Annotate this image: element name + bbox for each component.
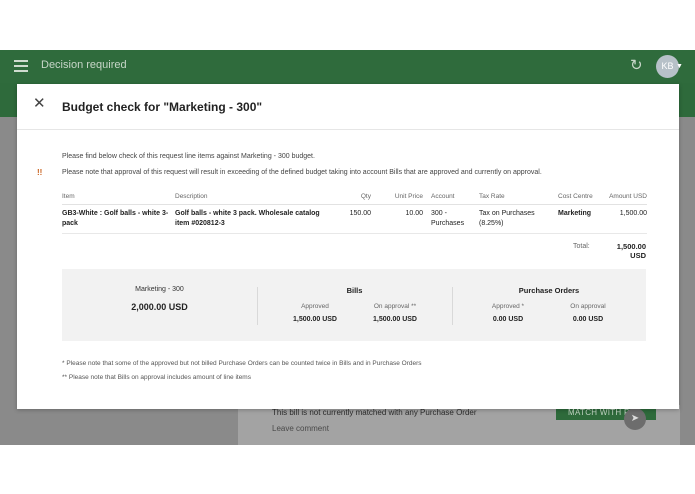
po-on-approval-label: On approval [570,303,606,310]
column-header-tax-rate: Tax Rate [477,193,558,205]
cell-tax-rate: Tax on Purchases (8.25%) [477,204,558,234]
bills-approved-value: 1,500.00 USD [293,316,337,323]
budget-check-modal: ✕ Budget check for "Marketing - 300" Ple… [17,84,679,409]
bills-on-approval-value: 1,500.00 USD [373,316,417,323]
table-row: GB3-White : Golf balls - white 3-pack Go… [62,204,647,234]
top-bar: Decision required ↻ KB ▼ [0,50,695,83]
modal-title: Budget check for "Marketing - 300" [62,100,263,114]
column-header-qty: Qty [341,193,371,205]
bills-title: Bills [346,286,363,295]
line-items-table: Item Description Qty Unit Price Account … [62,193,647,234]
footnote: ** Please note that Bills on approval in… [62,374,251,381]
footnote: * Please note that some of the approved … [62,360,422,367]
bills-approved-label: Approved [301,303,329,310]
comment-input[interactable]: Leave comment [272,424,329,433]
cell-description: Golf balls - white 3 pack. Wholesale cat… [175,204,341,234]
cell-qty: 150.00 [341,204,371,234]
warning-icon: !! [37,168,43,177]
warning-text: Please note that approval of this reques… [62,169,542,176]
budget-summary: Marketing - 300 2,000.00 USD Bills Appro… [62,269,646,341]
menu-icon[interactable] [14,60,28,72]
column-header-cost-centre: Cost Centre [558,193,603,205]
purchase-orders-title: Purchase Orders [518,286,580,295]
close-icon[interactable]: ✕ [33,96,46,111]
send-icon[interactable]: ➤ [624,408,646,430]
cell-account: 300 - Purchases [423,204,477,234]
app-title: Decision required [41,59,127,71]
column-header-item: Item [62,193,175,205]
table-header-row: Item Description Qty Unit Price Account … [62,193,647,205]
column-header-unit-price: Unit Price [371,193,423,205]
total-value: 1,500.00 USD [616,242,646,260]
column-header-account: Account [423,193,477,205]
info-text: Please find below check of this request … [62,153,315,160]
column-header-description: Description [175,193,341,205]
po-approved-label: Approved * [491,303,525,310]
match-note: This bill is not currently matched with … [272,408,477,417]
screen: Decision required ↻ KB ▼ This bill is no… [0,0,695,494]
bills-on-approval-label: On approval ** [373,303,417,310]
cell-item: GB3-White : Golf balls - white 3-pack [62,204,175,234]
budget-value: 2,000.00 USD [131,302,188,312]
po-on-approval-value: 0.00 USD [572,316,604,323]
cell-amount: 1,500.00 [603,204,647,234]
total-label: Total: [573,243,590,250]
refresh-icon[interactable]: ↻ [630,58,646,74]
budget-name: Marketing - 300 [135,286,184,293]
column-header-amount: Amount USD [603,193,647,205]
divider [17,129,679,130]
cell-cost-centre: Marketing [558,204,603,234]
po-approved-value: 0.00 USD [492,316,524,323]
cell-unit-price: 10.00 [371,204,423,234]
chevron-down-icon[interactable]: ▼ [676,63,683,70]
